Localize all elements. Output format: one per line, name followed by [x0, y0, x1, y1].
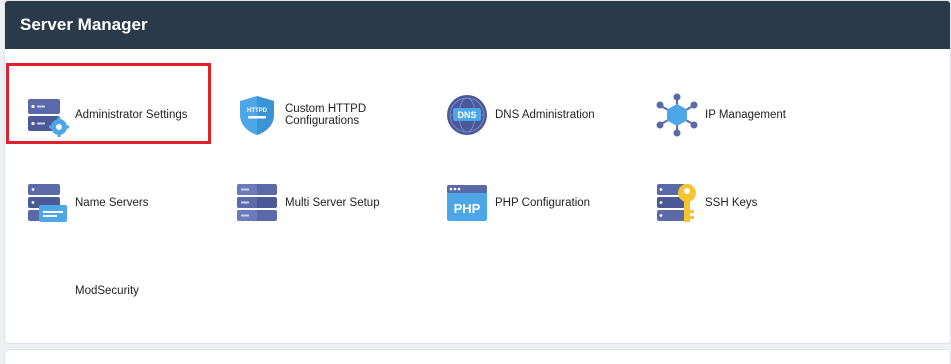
- httpd-shield-icon: HTTPD: [235, 93, 279, 137]
- tile-label: DNS Administration: [495, 109, 595, 121]
- tile-label: PHP Configuration: [495, 197, 591, 209]
- tile-custom-httpd-configurations[interactable]: HTTPD Custom HTTPD Configurations: [217, 85, 417, 145]
- php-window-icon: PHP: [445, 181, 489, 225]
- httpd-badge-text: HTTPD: [247, 108, 268, 114]
- server-manager-panel: Server Manager Administrator Settings HT…: [4, 0, 951, 344]
- next-panel-edge: [4, 349, 951, 364]
- tile-label: SSH Keys: [705, 197, 758, 209]
- tile-label: ModSecurity: [75, 285, 139, 297]
- tile-modsecurity[interactable]: ModSecurity: [7, 261, 207, 321]
- tile-name-servers[interactable]: Name Servers: [7, 173, 207, 233]
- tile-label: Name Servers: [75, 197, 149, 209]
- tile-label: Administrator Settings: [75, 109, 188, 121]
- tile-label: Multi Server Setup: [285, 197, 380, 209]
- tile-ip-management[interactable]: IP Management: [637, 85, 837, 145]
- name-server-icon: [25, 181, 69, 225]
- page-title: Server Manager: [20, 15, 148, 34]
- modsecurity-icon: [25, 269, 69, 313]
- ssh-key-icon: [655, 181, 699, 225]
- tile-dns-administration[interactable]: DNS DNS Administration: [427, 85, 627, 145]
- tile-label: IP Management: [705, 109, 786, 121]
- tile-multi-server-setup[interactable]: Multi Server Setup: [217, 173, 417, 233]
- dns-globe-icon: DNS: [445, 93, 489, 137]
- tile-ssh-keys[interactable]: SSH Keys: [637, 173, 837, 233]
- tile-label: Custom HTTPD Configurations: [285, 103, 367, 127]
- tile-php-configuration[interactable]: PHP PHP Configuration: [427, 173, 627, 233]
- server-gear-icon: [25, 93, 69, 137]
- panel-header: Server Manager: [5, 1, 950, 49]
- php-badge-text: PHP: [454, 201, 481, 216]
- server-stack-icon: [235, 181, 279, 225]
- tile-administrator-settings[interactable]: Administrator Settings: [7, 85, 207, 145]
- dns-badge-text: DNS: [457, 110, 476, 120]
- ip-network-icon: [655, 93, 699, 137]
